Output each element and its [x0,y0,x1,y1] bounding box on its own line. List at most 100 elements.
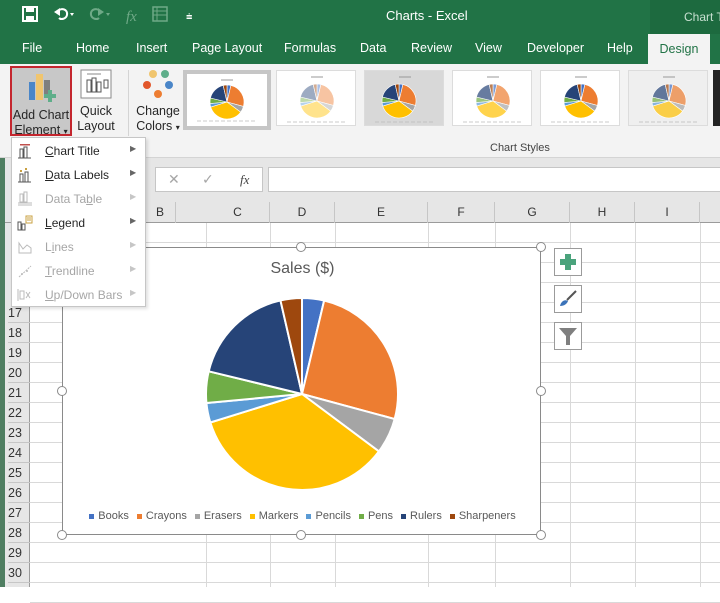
row-header-30[interactable]: 30 [8,563,30,583]
resize-handle-bottom-left[interactable] [57,530,67,540]
enter-icon[interactable]: ✓ [202,171,214,188]
row-header-23[interactable]: 23 [8,423,30,443]
tab-view[interactable]: View [475,41,502,55]
legend-label: Sharpeners [458,510,516,522]
row-header-18[interactable]: 18 [8,323,30,343]
ribbon-separator [128,70,129,136]
column-header-h[interactable]: H [570,202,635,223]
change-colors-button[interactable]: Change Colors ▾ [134,68,182,135]
resize-handle-bottom[interactable] [296,530,306,540]
formula-input[interactable] [268,167,720,192]
column-header-e[interactable]: E [335,202,428,223]
resize-handle-top-right[interactable] [536,242,546,252]
add-chart-element-icon [29,74,56,102]
column-header-g[interactable]: G [495,202,570,223]
trendline-icon [17,263,33,279]
tab-data[interactable]: Data [360,41,386,55]
chart-style-thumbnail-1[interactable] [183,70,271,130]
resize-handle-left[interactable] [57,386,67,396]
resize-handle-bottom-right[interactable] [536,530,546,540]
tab-developer[interactable]: Developer [527,41,584,55]
menu-item-legend[interactable]: Legend ▶ [12,211,145,235]
row-header-21[interactable]: 21 [8,383,30,403]
title-bar: fx ⩧ Charts - Excel Chart Tools [0,0,720,34]
save-icon[interactable] [22,6,38,28]
plus-icon [560,254,576,270]
menu-item-data-labels[interactable]: Data Labels ▶ [12,163,145,187]
menu-item-up-down-bars: Up/Down Bars ▶ [12,283,145,307]
customize-qat-icon[interactable]: ⩧ [186,6,192,28]
row-header-20[interactable]: 20 [8,363,30,383]
chart-tools-tab-group: Chart Tools [650,0,720,34]
column-header-c[interactable]: C [206,202,270,223]
legend-swatch [136,513,142,519]
submenu-arrow-icon: ▶ [130,264,137,273]
row-header-28[interactable]: 28 [8,523,30,543]
column-header-f[interactable]: F [428,202,495,223]
legend-label: Rulers [410,510,442,522]
chart-style-thumbnail-6[interactable] [628,70,708,126]
grid-col-line [700,223,701,587]
legend-item-crayons[interactable]: Crayons [136,510,187,522]
column-header-d[interactable]: D [270,202,335,223]
row-header-26[interactable]: 26 [8,483,30,503]
legend-label: Crayons [145,510,187,522]
tab-review[interactable]: Review [411,41,452,55]
tab-home[interactable]: Home [76,41,109,55]
tab-page-layout[interactable]: Page Layout [192,41,262,55]
resize-handle-right[interactable] [536,386,546,396]
menu-item-trendline: Trendline ▶ [12,259,145,283]
legend-item-rulers[interactable]: Rulers [401,510,442,522]
chart-style-thumbnail-3[interactable] [364,70,444,126]
legend-item-sharpeners[interactable]: Sharpeners [449,510,516,522]
legend-swatch [194,513,200,519]
legend-item-pens[interactable]: Pens [358,510,393,522]
legend-item-markers[interactable]: Markers [249,510,298,522]
row-header-27[interactable]: 27 [8,503,30,523]
menu-item-lines: Lines ▶ [12,235,145,259]
tab-formulas[interactable]: Formulas [284,41,336,55]
legend-label: Erasers [203,510,242,522]
row-header-24[interactable]: 24 [8,443,30,463]
legend-swatch [89,513,95,519]
undo-icon[interactable] [53,6,75,28]
chart-style-thumbnail-2[interactable] [276,70,356,126]
column-header-i[interactable]: I [635,202,700,223]
change-colors-label-2: Colors ▾ [136,119,180,133]
fx-icon: fx [126,9,137,25]
row-header-19[interactable]: 19 [8,343,30,363]
tab-design[interactable]: Design [648,34,710,64]
column-header-j[interactable] [700,202,720,223]
column-header-b[interactable]: B [146,202,176,223]
add-chart-element-label-1: Add Chart [12,108,70,122]
legend-item-books[interactable]: Books [89,510,129,522]
resize-handle-top[interactable] [296,242,306,252]
row-header-22[interactable]: 22 [8,403,30,423]
grid-row-line [30,562,720,563]
submenu-arrow-icon: ▶ [130,168,137,177]
chart-style-thumbnail-7[interactable] [713,70,720,126]
row-header-25[interactable]: 25 [8,463,30,483]
cancel-icon[interactable]: ✕ [168,171,180,188]
chart-style-thumbnail-4[interactable] [452,70,532,126]
submenu-arrow-icon: ▶ [130,288,137,297]
row-header-29[interactable]: 29 [8,543,30,563]
chart-legend[interactable]: Books Crayons Erasers Markers Pencils Pens Rul… [63,510,542,522]
chart-styles-button[interactable] [554,285,582,313]
tab-insert[interactable]: Insert [136,41,167,55]
add-chart-element-button[interactable]: Add Chart Element ▾ [10,66,72,137]
chart-filters-button[interactable] [554,322,582,350]
legend-swatch [358,513,364,519]
grid-row-line [30,582,720,583]
tab-file[interactable]: File [22,41,42,55]
menu-item-chart-title[interactable]: Chart Title ▶ [12,139,145,163]
legend-item-pencils[interactable]: Pencils [306,510,351,522]
chart-elements-button[interactable] [554,248,582,276]
form-icon [152,6,168,28]
insert-function-icon[interactable]: fx [240,172,249,188]
chart-style-thumbnail-5[interactable] [540,70,620,126]
submenu-arrow-icon: ▶ [130,240,137,249]
tab-help[interactable]: Help [607,41,633,55]
legend-item-erasers[interactable]: Erasers [194,510,242,522]
chart-styles-gallery [183,70,720,130]
